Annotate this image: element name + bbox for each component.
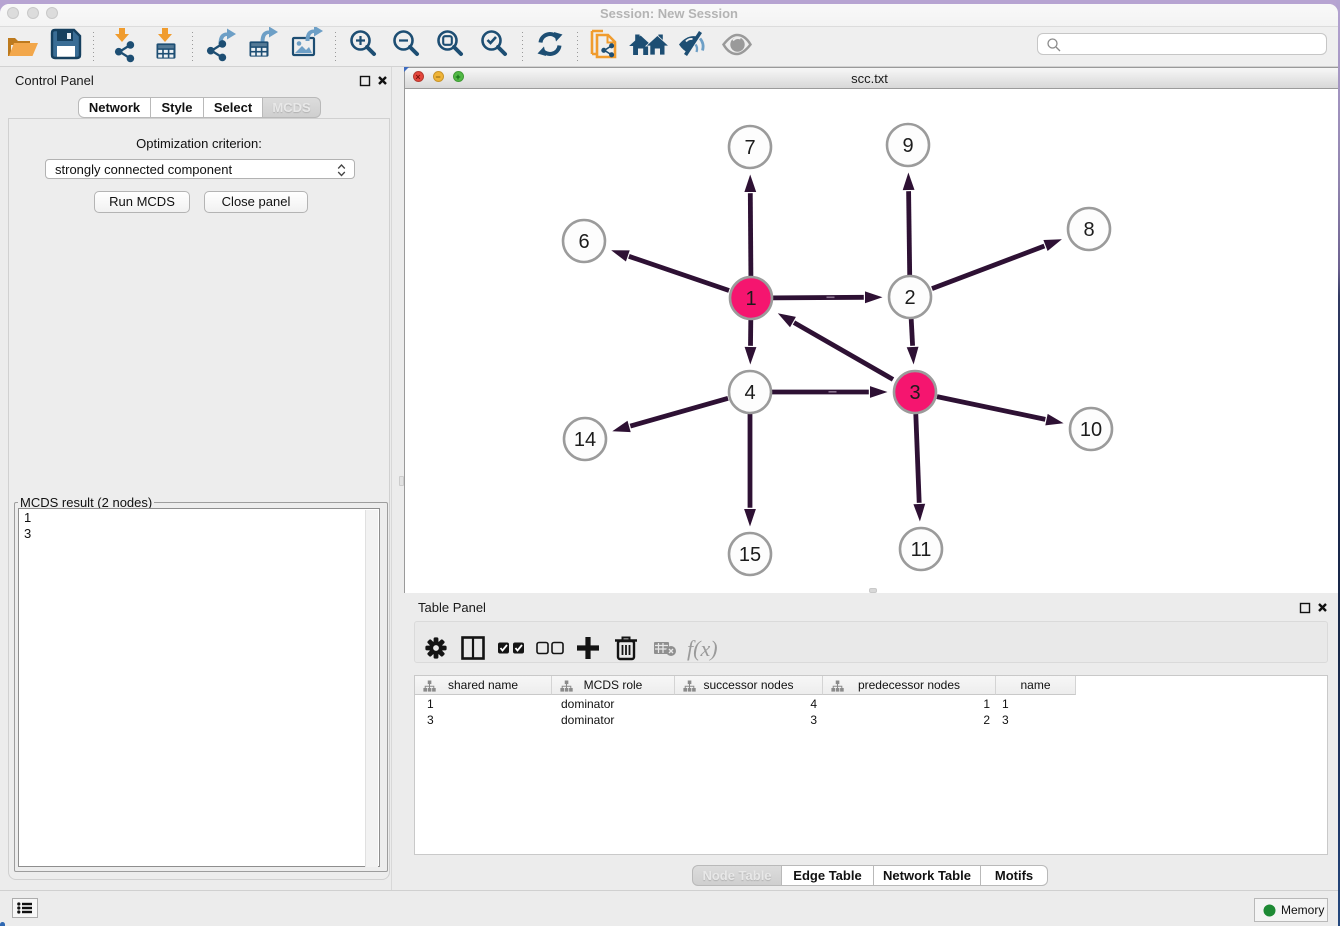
svg-text:14: 14: [574, 429, 596, 451]
svg-text:9: 9: [902, 135, 913, 157]
svg-text:4: 4: [744, 382, 755, 404]
svg-text:1: 1: [745, 288, 756, 310]
svg-text:6: 6: [578, 231, 589, 253]
svg-text:8: 8: [1083, 219, 1094, 241]
svg-text:2: 2: [904, 287, 915, 309]
svg-text:3: 3: [909, 382, 920, 404]
svg-text:7: 7: [744, 137, 755, 159]
svg-text:f(x): f(x): [687, 636, 718, 661]
svg-text:15: 15: [739, 544, 761, 566]
svg-text:10: 10: [1080, 419, 1102, 441]
svg-text:11: 11: [911, 539, 932, 561]
